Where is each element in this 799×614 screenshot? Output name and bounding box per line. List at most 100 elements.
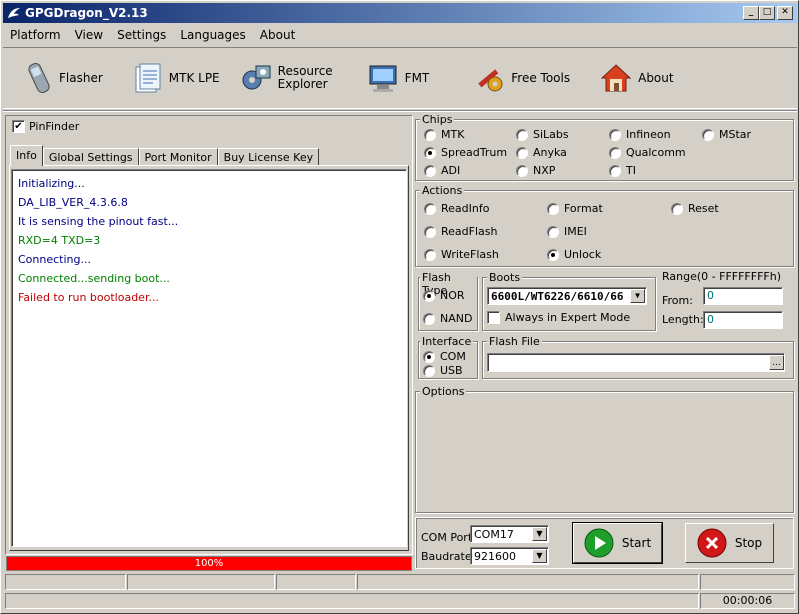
log-line: It is sensing the pinout fast...	[18, 215, 179, 228]
gears-film-icon	[242, 65, 271, 90]
toolbar: Flasher MTK LPE Resource Explorer FMT Fre…	[3, 47, 797, 109]
actions-group: Actions ReadInfo Format Reset ReadFlash …	[415, 184, 794, 267]
menu-platform[interactable]: Platform	[3, 28, 68, 42]
explorer-label: Explorer	[277, 77, 328, 91]
radio-mstar-dot[interactable]	[702, 128, 714, 141]
radio-ti-label: TI	[626, 164, 636, 177]
tab-port-monitor[interactable]: Port Monitor	[138, 148, 218, 166]
radio-ti-dot[interactable]	[609, 164, 621, 177]
com-port-select[interactable]: COM17 ▼	[470, 525, 549, 543]
stop-button[interactable]: Stop	[685, 523, 774, 563]
radio-readflash[interactable]: ReadFlash	[424, 225, 497, 238]
radio-nand[interactable]: NAND	[423, 312, 472, 325]
tab-global-settings[interactable]: Global Settings	[42, 148, 139, 166]
radio-unlock[interactable]: Unlock	[547, 248, 601, 261]
radio-format[interactable]: Format	[547, 202, 603, 215]
radio-silabs-dot[interactable]	[516, 128, 528, 141]
radio-usb-dot[interactable]	[423, 364, 435, 377]
radio-nand-dot[interactable]	[423, 312, 435, 325]
radio-spreadtrum-dot[interactable]	[424, 146, 436, 159]
flash-file-input[interactable]	[487, 353, 785, 372]
menu-about[interactable]: About	[253, 28, 302, 42]
expert-mode-checkbox[interactable]: Always in Expert Mode	[487, 311, 630, 324]
radio-spreadtrum-label: SpreadTrum	[441, 146, 508, 159]
about-button[interactable]: About	[594, 52, 679, 104]
tab-bar: Info Global Settings Port Monitor Buy Li…	[10, 144, 320, 166]
toolbar-separator	[3, 110, 797, 112]
radio-unlock-dot[interactable]	[547, 248, 559, 261]
radio-nor[interactable]: NOR	[423, 289, 465, 302]
radio-format-dot[interactable]	[547, 202, 559, 215]
chevron-down-icon[interactable]: ▼	[630, 289, 645, 303]
radio-anyka-dot[interactable]	[516, 146, 528, 159]
radio-com[interactable]: COM	[423, 350, 466, 363]
radio-imei-dot[interactable]	[547, 225, 559, 238]
radio-reset[interactable]: Reset	[671, 202, 719, 215]
radio-silabs[interactable]: SiLabs	[516, 128, 569, 141]
start-button[interactable]: Start	[572, 522, 663, 564]
radio-nand-label: NAND	[440, 312, 473, 325]
close-button[interactable]: ✕	[777, 6, 793, 20]
radio-mstar[interactable]: MStar	[702, 128, 751, 141]
pinfinder-checkbox[interactable]: ✔ PinFinder	[12, 120, 79, 133]
radio-qualcomm[interactable]: Qualcomm	[609, 146, 686, 159]
menu-settings[interactable]: Settings	[110, 28, 173, 42]
radio-adi[interactable]: ADI	[424, 164, 460, 177]
radio-qualcomm-dot[interactable]	[609, 146, 621, 159]
baudrate-select[interactable]: 921600 ▼	[470, 547, 549, 565]
checkbox-checked-icon[interactable]: ✔	[12, 120, 25, 133]
radio-mtk-dot[interactable]	[424, 128, 436, 141]
flash-file-title: Flash File	[487, 335, 542, 348]
status-bar: 00:00:06	[3, 573, 797, 613]
radio-infineon[interactable]: Infineon	[609, 128, 671, 141]
radio-readinfo-dot[interactable]	[424, 202, 436, 215]
radio-nxp[interactable]: NXP	[516, 164, 555, 177]
radio-imei[interactable]: IMEI	[547, 225, 587, 238]
options-title: Options	[420, 385, 467, 398]
boots-select[interactable]: 6600L/WT6226/6610/66 ▼	[487, 287, 647, 305]
radio-mtk-label: MTK	[441, 128, 465, 141]
log-line: Connected...sending boot...	[18, 272, 170, 285]
computer-icon	[369, 65, 397, 92]
radio-reset-dot[interactable]	[671, 202, 683, 215]
free-tools-button[interactable]: Free Tools	[467, 52, 576, 104]
house-icon	[600, 64, 632, 92]
radio-readinfo[interactable]: ReadInfo	[424, 202, 489, 215]
length-input[interactable]: 0	[703, 311, 783, 329]
log-line: Failed to run bootloader...	[18, 291, 159, 304]
radio-adi-dot[interactable]	[424, 164, 436, 177]
radio-usb-label: USB	[440, 364, 463, 377]
radio-writeflash-dot[interactable]	[424, 248, 436, 261]
from-input[interactable]: 0	[703, 287, 783, 305]
resource-label: Resource	[277, 64, 333, 78]
info-log[interactable]: Initializing... DA_LIB_VER_4.3.6.8 It is s…	[11, 169, 407, 547]
checkbox-icon[interactable]	[487, 311, 500, 324]
radio-usb[interactable]: USB	[423, 364, 463, 377]
chevron-down-icon[interactable]: ▼	[532, 527, 547, 541]
dragon-app-icon	[7, 6, 21, 20]
radio-nor-dot[interactable]	[423, 289, 435, 302]
radio-infineon-dot[interactable]	[609, 128, 621, 141]
resource-explorer-button[interactable]: Resource Explorer	[234, 52, 339, 104]
chevron-down-icon[interactable]: ▼	[532, 549, 547, 563]
title-bar[interactable]: GPGDragon_V2.13 _ □ ✕	[3, 3, 797, 23]
radio-mtk[interactable]: MTK	[424, 128, 464, 141]
fmt-button[interactable]: FMT	[361, 52, 436, 104]
radio-nxp-dot[interactable]	[516, 164, 528, 177]
minimize-button[interactable]: _	[743, 6, 759, 20]
radio-writeflash[interactable]: WriteFlash	[424, 248, 499, 261]
browse-button[interactable]: ...	[769, 355, 784, 370]
radio-spreadtrum[interactable]: SpreadTrum	[424, 146, 507, 159]
maximize-button[interactable]: □	[759, 6, 775, 20]
menu-languages[interactable]: Languages	[173, 28, 252, 42]
radio-anyka[interactable]: Anyka	[516, 146, 567, 159]
menu-view[interactable]: View	[68, 28, 110, 42]
tab-buy-license-key[interactable]: Buy License Key	[217, 148, 320, 166]
radio-ti[interactable]: TI	[609, 164, 636, 177]
tab-info[interactable]: Info	[10, 145, 43, 166]
progress-bar: 100%	[6, 556, 412, 571]
flasher-button[interactable]: Flasher	[19, 52, 109, 104]
radio-readflash-dot[interactable]	[424, 225, 436, 238]
mtk-lpe-button[interactable]: MTK LPE	[127, 52, 226, 104]
radio-com-dot[interactable]	[423, 350, 435, 363]
